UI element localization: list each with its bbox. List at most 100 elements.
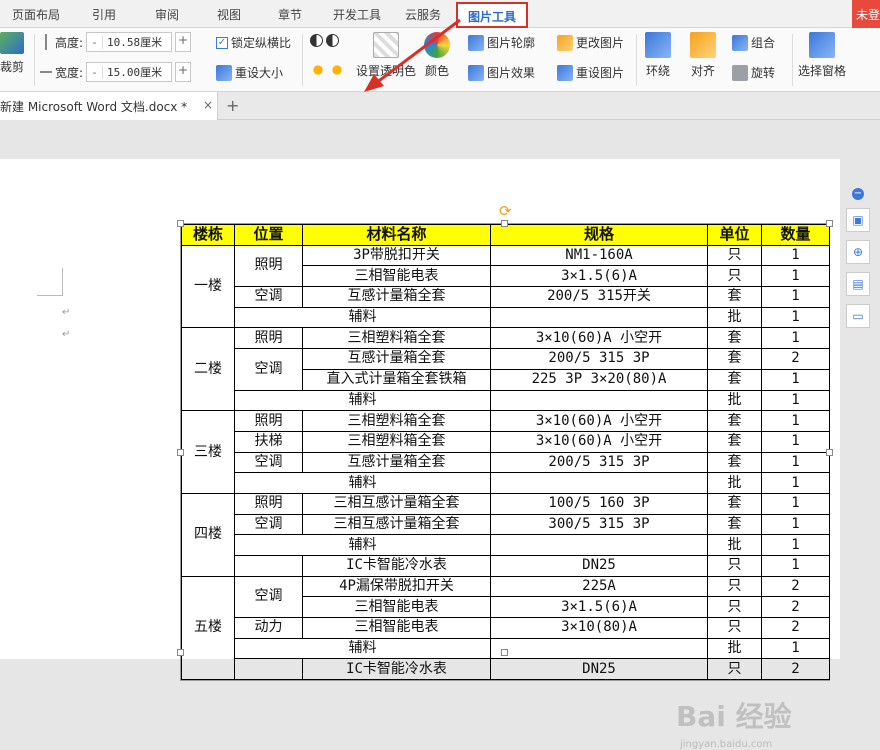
align-icon: [690, 32, 716, 58]
cell-unit: 套: [707, 451, 762, 474]
cell-location: 空调: [234, 451, 303, 474]
layout-options-icon[interactable]: ▣: [846, 208, 870, 232]
crop-icon: [0, 32, 24, 54]
cell-spec: 100/5 160 3P: [490, 492, 708, 515]
resize-handle-bottom-left[interactable]: [177, 649, 184, 656]
login-status-button[interactable]: 未登录: [852, 0, 880, 28]
width-decrease-button[interactable]: -: [87, 65, 104, 79]
cell-spec: [490, 472, 708, 494]
width-label: 宽度:: [55, 65, 84, 80]
cell-location: 扶梯: [234, 430, 303, 453]
group-icon: [732, 34, 748, 51]
rotate-label: 旋转: [751, 66, 776, 80]
table-row: IC卡智能冷水表 DN25 只 1: [182, 555, 830, 577]
brightness-buttons[interactable]: [310, 62, 345, 78]
contrast-increase-icon[interactable]: [310, 34, 323, 47]
cell-material: 辅料: [234, 306, 491, 329]
table-row: 空调 互感计量箱全套 200/5 315 3P 套 1: [182, 451, 830, 474]
width-input[interactable]: - 15.00厘米: [86, 62, 173, 82]
watermark-url: jingyan.baidu.com: [680, 739, 773, 750]
picture-settings-icon[interactable]: ▤: [846, 272, 870, 296]
cell-spec: 3×10(60)A 小空开: [490, 410, 708, 432]
contrast-decrease-icon[interactable]: [326, 34, 339, 47]
rotate-icon: [732, 64, 748, 81]
resize-handle-bottom[interactable]: [501, 649, 508, 656]
resize-handle-top-left[interactable]: [177, 220, 184, 227]
lock-ratio-checkbox[interactable]: ✓ 锁定纵横比: [216, 34, 291, 51]
document-canvas: ↵ ↵ ⟳ 楼栋 位置 材料名称 规格 单位 数量 一楼 照明 3P带脱扣开关 …: [0, 121, 880, 750]
tab-review[interactable]: 审阅: [155, 6, 179, 23]
table-image[interactable]: 楼栋 位置 材料名称 规格 单位 数量 一楼 照明 3P带脱扣开关 NM1-16…: [180, 223, 830, 681]
tab-view[interactable]: 视图: [217, 6, 241, 23]
table-row: 四楼 照明 三相互感计量箱全套 100/5 160 3P 套 1: [181, 492, 830, 577]
cell-material: 三相互感计量箱全套: [302, 492, 491, 515]
tab-references[interactable]: 引用: [92, 6, 116, 23]
cell-qty: 1: [761, 286, 830, 308]
cell-location: 照明: [234, 327, 303, 350]
wrap-button[interactable]: 环绕: [645, 32, 671, 79]
picture-effect-label: 图片效果: [487, 66, 536, 80]
height-decrease-button[interactable]: -: [87, 35, 104, 49]
height-increase-button[interactable]: +: [175, 32, 192, 52]
cell-unit: 批: [707, 534, 762, 556]
annotation-arrow-icon: [364, 18, 461, 92]
height-input[interactable]: - 10.58厘米: [86, 32, 173, 52]
collapse-toolbar-icon[interactable]: −: [852, 188, 864, 200]
cell-unit: 批: [707, 637, 762, 660]
table-row: 动力 三相智能电表 3×10(80)A 只 2: [182, 617, 830, 639]
resize-handle-left[interactable]: [177, 449, 184, 456]
resize-handle-right[interactable]: [826, 449, 833, 456]
change-picture-icon: [557, 34, 573, 51]
cell-qty: 1: [761, 306, 830, 329]
cell-spec: [490, 637, 708, 660]
header-qty: 数量: [761, 224, 830, 246]
brightness-increase-icon[interactable]: [310, 62, 326, 78]
cell-building: 一楼: [181, 244, 235, 329]
resize-handle-top[interactable]: [501, 220, 508, 227]
zoom-picture-icon[interactable]: ⊕: [846, 240, 870, 264]
contrast-buttons[interactable]: [310, 34, 339, 47]
reset-picture-button[interactable]: 重设图片: [557, 64, 624, 81]
cell-material: 3P带脱扣开关: [302, 244, 491, 267]
cell-material: 三相智能电表: [302, 596, 491, 619]
new-tab-button[interactable]: +: [226, 96, 239, 115]
crop-button[interactable]: 裁剪: [0, 32, 24, 75]
group-button[interactable]: 组合: [732, 34, 775, 51]
document-tab[interactable]: 新建 Microsoft Word 文档.docx *: [0, 92, 218, 120]
rotate-handle-icon[interactable]: ⟳: [499, 202, 512, 220]
cell-unit: 套: [707, 348, 762, 370]
rotate-button[interactable]: 旋转: [732, 64, 775, 81]
picture-outline-button[interactable]: 图片轮廓: [468, 34, 535, 51]
change-picture-button[interactable]: 更改图片: [557, 34, 624, 51]
cell-qty: 2: [761, 575, 830, 598]
cell-unit: 只: [707, 596, 762, 619]
cell-unit: 批: [707, 306, 762, 329]
tab-section[interactable]: 章节: [278, 6, 302, 23]
cell-spec: NM1-160A: [490, 244, 708, 267]
paragraph-mark-icon: ↵: [62, 329, 71, 340]
document-page[interactable]: ↵ ↵ ⟳ 楼栋 位置 材料名称 规格 单位 数量 一楼 照明 3P带脱扣开关 …: [0, 159, 840, 681]
selection-pane-button[interactable]: 选择窗格: [798, 32, 846, 79]
picture-effect-button[interactable]: 图片效果: [468, 64, 535, 81]
cell-location: [234, 658, 303, 681]
cell-spec: 200/5 315 3P: [490, 348, 708, 370]
cell-qty: 2: [761, 348, 830, 370]
cell-qty: 2: [761, 596, 830, 619]
width-value[interactable]: 15.00厘米: [103, 64, 171, 80]
close-tab-icon[interactable]: ×: [203, 98, 213, 112]
align-button[interactable]: 对齐: [690, 32, 716, 79]
resize-handle-top-right[interactable]: [826, 220, 833, 227]
materials-table: 楼栋 位置 材料名称 规格 单位 数量 一楼 照明 3P带脱扣开关 NM1-16…: [181, 224, 830, 681]
reset-size-button[interactable]: 重设大小: [216, 64, 283, 81]
watermark-logo: Bai 经验: [676, 700, 792, 733]
header-spec: 规格: [490, 224, 708, 246]
cell-spec: 200/5 315 3P: [490, 451, 708, 474]
cell-material: 辅料: [234, 637, 491, 660]
height-value[interactable]: 10.58厘米: [103, 34, 171, 50]
width-increase-button[interactable]: +: [175, 62, 192, 82]
brightness-decrease-icon[interactable]: [329, 62, 345, 78]
cell-spec: 225A: [490, 575, 708, 598]
tab-page-layout[interactable]: 页面布局: [12, 6, 60, 23]
picture-border-icon[interactable]: ▭: [846, 304, 870, 328]
cell-spec: 3×10(60)A 小空开: [490, 327, 708, 350]
